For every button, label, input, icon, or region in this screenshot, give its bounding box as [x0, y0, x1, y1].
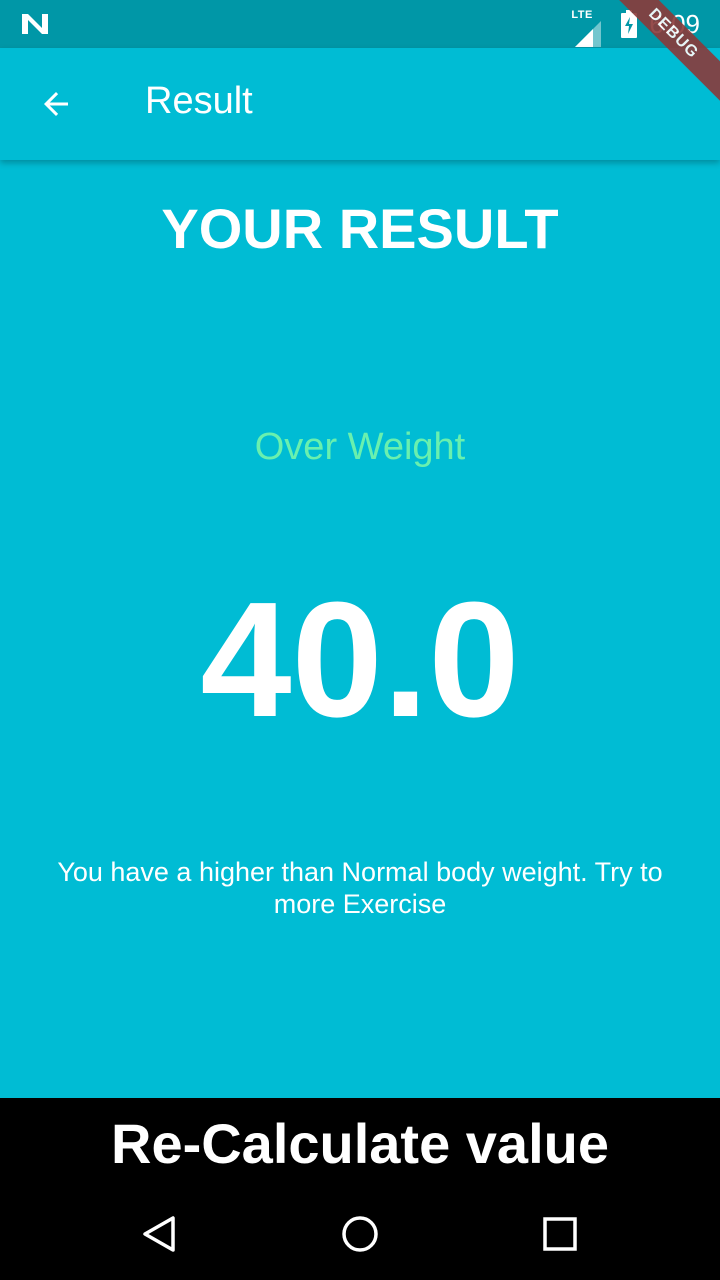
back-button[interactable] [28, 76, 84, 132]
square-recents-icon [543, 1217, 577, 1251]
status-bar: LTE 6:09 [0, 0, 720, 48]
result-heading: YOUR RESULT [161, 197, 559, 260]
circle-home-icon [342, 1216, 378, 1252]
result-screen: LTE 6:09 DEBUG Result [0, 0, 720, 1280]
notification-n-icon [20, 12, 50, 36]
page-title: Result [145, 80, 253, 122]
nav-back-button[interactable] [130, 1208, 190, 1260]
recalculate-button[interactable]: Re-Calculate value [0, 1098, 720, 1188]
signal-icon: LTE [569, 9, 609, 47]
bmi-value: 40.0 [200, 568, 520, 751]
triangle-back-icon [143, 1216, 175, 1252]
nav-home-button[interactable] [330, 1208, 390, 1260]
nav-recents-button[interactable] [530, 1208, 590, 1260]
arrow-left-icon [44, 92, 68, 116]
app-bar: Result [0, 48, 720, 160]
system-nav-bar [0, 1188, 720, 1280]
result-category: Over Weight [254, 426, 466, 468]
result-message: You have a higher than Normal body weigh… [57, 857, 663, 919]
recalculate-button-label: Re-Calculate value [111, 1111, 609, 1175]
